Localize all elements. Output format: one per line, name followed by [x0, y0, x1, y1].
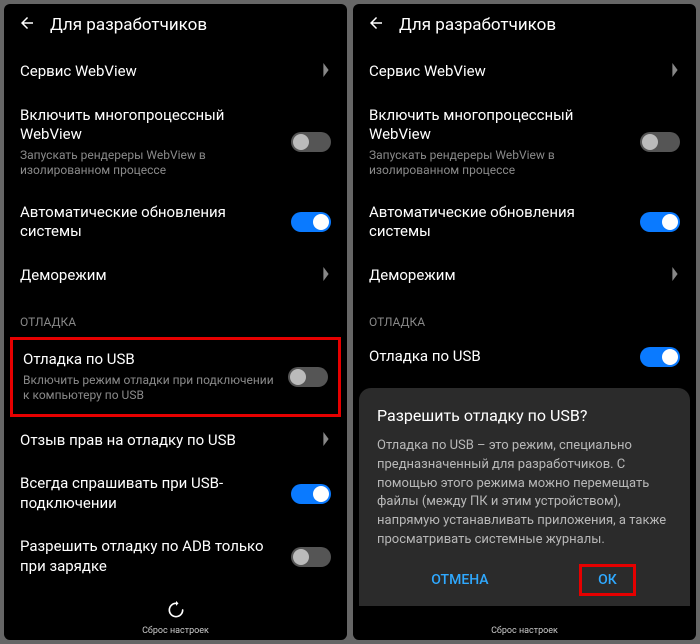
chevron-right-icon — [321, 431, 331, 450]
chevron-right-icon — [670, 266, 680, 285]
reset-label: Сброс настроек — [491, 626, 558, 636]
row-demo[interactable]: Деморежим — [4, 254, 347, 298]
dialog-body: Отладка по USB – это режим, специально п… — [377, 437, 672, 550]
row-demo[interactable]: Деморежим — [353, 254, 696, 298]
bottom-bar: Сброс настроек — [4, 594, 347, 640]
bottom-bar: Сброс настроек — [353, 618, 696, 640]
dialog-title: Разрешить отладку по USB? — [377, 406, 672, 425]
row-usb-debug[interactable]: Отладка по USB Включить режим отладки пр… — [13, 340, 338, 414]
row-multi-webview[interactable]: Включить многопроцессный WebView Запуска… — [4, 94, 347, 191]
header: Для разработчиков — [4, 4, 347, 50]
toggle-always-ask[interactable] — [291, 484, 331, 504]
row-always-ask[interactable]: Всегда спрашивать при USB-подключении — [4, 462, 347, 525]
toggle-usb-debug[interactable] — [288, 367, 328, 387]
row-webview-service[interactable]: Сервис WebView — [4, 50, 347, 94]
toggle-adb-charge[interactable] — [291, 547, 331, 567]
section-debug-label: ОТЛАДКА — [353, 297, 696, 335]
back-icon[interactable] — [18, 14, 36, 36]
header: Для разработчиков — [353, 4, 696, 50]
reset-label: Сброс настроек — [142, 626, 209, 636]
phone-right: Для разработчиков Сервис WebView Включит… — [353, 4, 696, 640]
row-auto-update[interactable]: Автоматические обновления системы — [353, 191, 696, 254]
row-multi-webview[interactable]: Включить многопроцессный WebView Запуска… — [353, 94, 696, 191]
row-auto-update[interactable]: Автоматические обновления системы — [4, 191, 347, 254]
page-title: Для разработчиков — [50, 15, 207, 35]
toggle-auto-update[interactable] — [291, 212, 331, 232]
reset-icon[interactable] — [166, 600, 186, 624]
settings-list: Сервис WebView Включить многопроцессный … — [4, 50, 347, 594]
cancel-button[interactable]: ОТМЕНА — [413, 564, 506, 596]
highlight-usb-debug: Отладка по USB Включить режим отладки пр… — [10, 337, 341, 417]
back-icon[interactable] — [367, 14, 385, 36]
page-title: Для разработчиков — [399, 15, 556, 35]
phone-left: Для разработчиков Сервис WebView Включит… — [4, 4, 347, 640]
chevron-right-icon — [321, 62, 331, 81]
toggle-multi-webview[interactable] — [640, 132, 680, 152]
usb-debug-dialog: Разрешить отладку по USB? Отладка по USB… — [359, 388, 690, 606]
section-debug-label: ОТЛАДКА — [4, 297, 347, 335]
row-webview-service[interactable]: Сервис WebView — [353, 50, 696, 94]
row-usb-debug[interactable]: Отладка по USB — [353, 335, 696, 379]
chevron-right-icon — [670, 62, 680, 81]
row-adb-charge[interactable]: Разрешить отладку по ADB только при заря… — [4, 525, 347, 588]
chevron-right-icon — [321, 266, 331, 285]
toggle-usb-debug[interactable] — [640, 347, 680, 367]
row-revoke[interactable]: Отзыв прав на отладку по USB — [4, 419, 347, 463]
toggle-auto-update[interactable] — [640, 212, 680, 232]
dialog-actions: ОТМЕНА ОК — [377, 564, 672, 596]
ok-button[interactable]: ОК — [579, 564, 636, 596]
toggle-multi-webview[interactable] — [291, 132, 331, 152]
